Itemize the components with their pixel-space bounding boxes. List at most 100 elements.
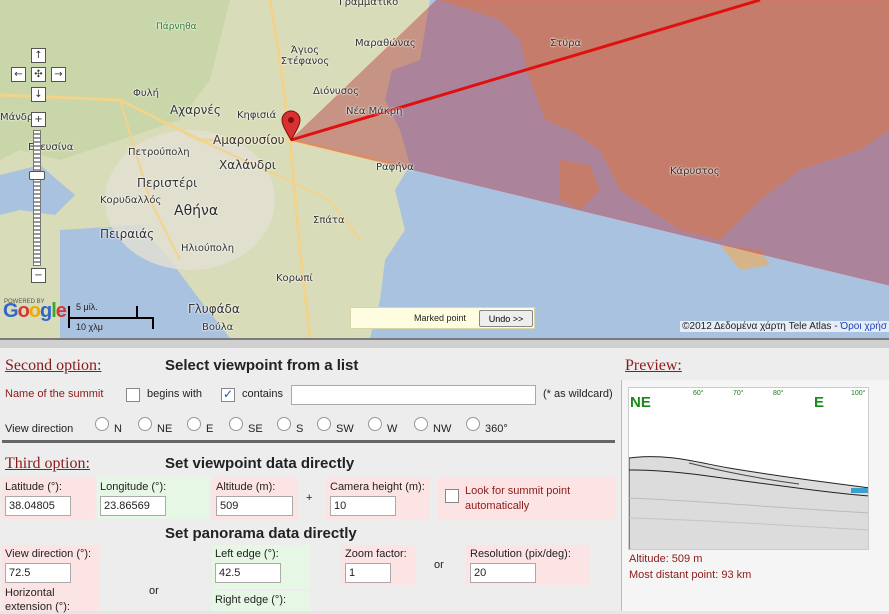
map-label-amarousiou: Αμαρουσίου: [213, 133, 285, 147]
begins-with-label: begins with: [147, 388, 203, 400]
map-label-korydallos: Κορυδαλλός: [100, 195, 162, 206]
preview-deg-80: 80°: [773, 390, 784, 397]
zoom-slider-handle[interactable]: [29, 171, 45, 180]
latitude-label: Latitude (°):: [5, 481, 62, 493]
direction-radio-sw[interactable]: [317, 417, 331, 431]
map-label-ilioupoli: Ηλιούπολη: [181, 243, 235, 254]
direction-label: N: [114, 423, 122, 435]
second-option-heading: Select viewpoint from a list: [165, 357, 359, 374]
direction-radio-s[interactable]: [277, 417, 291, 431]
map-label-rafina: Ραφήνα: [376, 162, 414, 173]
direction-radio-360deg[interactable]: [466, 417, 480, 431]
camera-height-label: Camera height (m):: [330, 481, 425, 493]
marked-point-bar: Marked point Undo >>: [350, 307, 535, 329]
panorama-preview-image[interactable]: [628, 387, 869, 550]
zoom-factor-label: Zoom factor:: [345, 548, 407, 560]
zoom-factor-input[interactable]: [345, 563, 391, 583]
left-edge-input[interactable]: [215, 563, 281, 583]
scale-km-label: 10 χλμ: [76, 322, 103, 332]
map-panel-divider[interactable]: [0, 338, 889, 348]
left-edge-label: Left edge (°):: [215, 548, 279, 560]
map-scale: 5 μίλ. 10 χλμ: [68, 302, 154, 332]
camera-height-input[interactable]: [330, 496, 396, 516]
map-label-voula: Βούλα: [202, 322, 234, 333]
map-label-kifisia: Κηφισιά: [237, 110, 277, 121]
zoom-in-button[interactable]: +: [31, 112, 46, 127]
map-label-chalandri: Χαλάνδρι: [219, 158, 276, 172]
preview-deg-100: 100°: [851, 390, 866, 397]
map-label-koropi: Κορωπί: [276, 273, 313, 284]
longitude-input[interactable]: [100, 496, 166, 516]
map-label-glyfada: Γλυφάδα: [188, 302, 240, 316]
look-summit-label: Look for summit point automatically: [465, 485, 571, 512]
preview-altitude-text: Altitude: 509 m: [629, 553, 703, 565]
preview-direction-e: E: [814, 394, 825, 411]
direction-radio-w[interactable]: [368, 417, 382, 431]
preview-deg-60: 60°: [693, 390, 704, 397]
map-label-parnitha: Πάρνηθα: [156, 22, 197, 32]
direction-radio-e[interactable]: [187, 417, 201, 431]
zoom-out-button[interactable]: −: [31, 268, 46, 283]
pan-down-button[interactable]: ↓: [31, 87, 46, 102]
direction-label: NE: [157, 423, 173, 435]
latitude-input[interactable]: [5, 496, 71, 516]
direction-label: E: [206, 423, 214, 435]
longitude-label: Longitude (°):: [100, 481, 167, 493]
panorama-heading: Set panorama data directly: [165, 525, 357, 542]
view-direction-deg-label: View direction (°):: [5, 548, 92, 560]
direction-label: W: [387, 423, 398, 435]
map-label-fyli: Φυλή: [133, 88, 159, 99]
plus-sign: +: [306, 492, 313, 504]
altitude-input[interactable]: [216, 496, 293, 516]
panorama-terrain: [629, 456, 868, 549]
preview-direction-ne: NE: [630, 394, 651, 411]
horizontal-extension-label: Horizontal extension (°):: [5, 587, 70, 613]
map-label-peiraias: Πειραιάς: [100, 227, 155, 241]
pan-left-button[interactable]: ←: [11, 67, 26, 82]
direction-radio-nw[interactable]: [414, 417, 428, 431]
direction-label: NW: [433, 423, 452, 435]
direction-label: SE: [248, 423, 263, 435]
preview-deg-70: 70°: [733, 390, 744, 397]
direction-radio-n[interactable]: [95, 417, 109, 431]
direction-radio-ne[interactable]: [138, 417, 152, 431]
wildcard-hint: (* as wildcard): [543, 388, 613, 400]
third-option-title: Third option:: [5, 455, 90, 472]
summit-name-label: Name of the summit: [5, 388, 104, 400]
map-label-karystos: Κάρυστος: [670, 166, 720, 177]
view-direction-label: View direction: [5, 423, 74, 435]
pan-center-button[interactable]: ✣: [31, 67, 46, 82]
second-option-title: Second option:: [5, 357, 102, 374]
summit-search-input[interactable]: [291, 385, 536, 405]
map-label-grammatiko: Γραμματικό: [339, 0, 399, 8]
look-summit-checkbox[interactable]: [445, 489, 459, 503]
begins-with-checkbox[interactable]: [126, 388, 140, 402]
altitude-label: Altitude (m):: [216, 481, 276, 493]
undo-button[interactable]: Undo >>: [479, 310, 533, 327]
map-label-peristeri: Περιστέρι: [137, 176, 198, 190]
preview-title: Preview:: [625, 357, 682, 374]
map-label-acharnes: Αχαρνές: [170, 103, 221, 117]
map-terrain: [0, 0, 889, 338]
contains-checkbox[interactable]: [221, 387, 235, 402]
resolution-input[interactable]: [470, 563, 536, 583]
direction-radio-se[interactable]: [229, 417, 243, 431]
pan-right-button[interactable]: →: [51, 67, 66, 82]
pan-up-button[interactable]: ↑: [31, 48, 46, 63]
map-label-dionysos: Διόνυσος: [313, 86, 360, 97]
or-label-2: or: [434, 559, 444, 571]
map-view[interactable]: Πάρνηθα Γραμματικό Άγιος Στέφανος Μαραθώ…: [0, 0, 889, 338]
contains-label: contains: [242, 388, 283, 400]
map-label-petroupoli: Πετρούπολη: [128, 147, 190, 158]
zoom-slider-track[interactable]: [33, 130, 41, 266]
copyright-text: ©2012 Δεδομένα χάρτη Tele Atlas -: [682, 321, 841, 332]
google-logo[interactable]: Google: [3, 300, 67, 323]
direction-label: S: [296, 423, 304, 435]
marked-point-label: Marked point: [414, 313, 467, 323]
terms-link[interactable]: Όροι χρήσ: [840, 321, 887, 332]
view-direction-input[interactable]: [5, 563, 71, 583]
direction-label: 360°: [485, 423, 508, 435]
or-label-1: or: [149, 585, 159, 597]
direction-label: SW: [336, 423, 354, 435]
map-label-nea-makri: Νέα Μάκρη: [346, 106, 403, 117]
